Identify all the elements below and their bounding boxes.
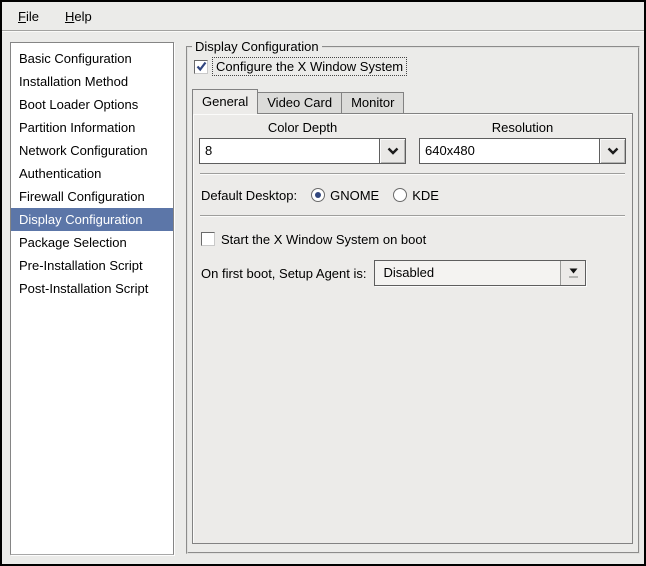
resolution-combobox[interactable]: 640x480 [419,138,626,164]
setup-agent-row: On first boot, Setup Agent is: Disabled [201,260,626,286]
resolution-label: Resolution [491,120,554,135]
start-x-label[interactable]: Start the X Window System on boot [221,232,426,247]
menu-file[interactable]: File [12,6,45,27]
color-depth-label: Color Depth [267,120,338,135]
tab-video-card[interactable]: Video Card [257,92,343,113]
sidebar-item-package-selection[interactable]: Package Selection [11,231,173,254]
chevron-down-icon [387,147,398,155]
configure-x-row: Configure the X Window System [194,57,408,76]
combo-row: Color Depth 8 Resolution 640x480 [199,120,626,164]
color-depth-dropdown-button[interactable] [379,139,405,163]
sidebar-item-post-installation-script[interactable]: Post-Installation Script [11,277,173,300]
start-x-row: Start the X Window System on boot [201,229,626,249]
resolution-group: Resolution 640x480 [419,120,626,164]
frame-title: Display Configuration [192,39,322,54]
sidebar-item-firewall-configuration[interactable]: Firewall Configuration [11,185,173,208]
default-desktop-label: Default Desktop: [201,187,298,203]
chevron-down-icon [607,147,618,155]
gnome-radio[interactable] [311,188,326,202]
color-depth-combobox[interactable]: 8 [199,138,406,164]
menubar: File Help [2,2,644,30]
sidebar-item-network-configuration[interactable]: Network Configuration [11,139,173,162]
sidebar-item-basic-configuration[interactable]: Basic Configuration [11,47,173,70]
gnome-radio-label: GNOME [330,187,380,203]
menu-file-accel: F [18,8,26,24]
sidebar-item-display-configuration[interactable]: Display Configuration [11,208,173,231]
separator [200,173,625,175]
radio-option-kde[interactable]: KDE [393,188,439,203]
sidebar-item-installation-method[interactable]: Installation Method [11,70,173,93]
section-list: Basic Configuration Installation Method … [10,42,174,555]
setup-agent-label: On first boot, Setup Agent is: [201,265,367,281]
menu-help-accel: H [64,8,75,24]
check-icon [196,61,206,72]
tab-general[interactable]: General [192,89,259,114]
color-depth-value[interactable]: 8 [200,139,379,163]
configure-x-label[interactable]: Configure the X Window System [211,57,408,76]
tab-monitor[interactable]: Monitor [341,92,405,113]
display-configuration-frame: Display Configuration Configure the X Wi… [186,39,640,554]
menu-file-rest: ile [25,8,39,24]
sidebar-item-pre-installation-script[interactable]: Pre-Installation Script [11,254,173,277]
kde-radio-label: KDE [412,187,439,203]
tab-bar: General Video Card Monitor [192,88,633,114]
default-desktop-row: Default Desktop: GNOME KDE [199,184,626,206]
general-tab-page: Color Depth 8 Resolution 640x480 Default… [192,113,633,544]
optionmenu-dash [568,276,578,278]
setup-agent-dropdown-button[interactable] [560,261,586,285]
start-x-checkbox[interactable] [201,232,215,246]
setup-agent-dropdown[interactable]: Disabled [374,260,587,286]
radio-option-gnome[interactable]: GNOME [311,188,379,203]
sidebar-item-authentication[interactable]: Authentication [11,162,173,185]
menubar-separator [2,30,644,32]
arrow-down-icon [569,268,578,274]
setup-agent-value: Disabled [383,265,435,280]
resolution-value[interactable]: 640x480 [420,139,599,163]
resolution-dropdown-button[interactable] [599,139,625,163]
display-notebook: General Video Card Monitor Color Depth 8 [192,88,633,544]
color-depth-group: Color Depth 8 [199,120,406,164]
configure-x-checkbox[interactable] [194,59,208,74]
menu-help-rest: elp [74,8,92,24]
sidebar-item-boot-loader-options[interactable]: Boot Loader Options [11,93,173,116]
separator [200,215,625,217]
kde-radio[interactable] [393,188,408,202]
kickstart-configurator-window: File Help Basic Configuration Installati… [0,0,646,566]
menu-help[interactable]: Help [59,6,98,27]
sidebar-item-partition-information[interactable]: Partition Information [11,116,173,139]
